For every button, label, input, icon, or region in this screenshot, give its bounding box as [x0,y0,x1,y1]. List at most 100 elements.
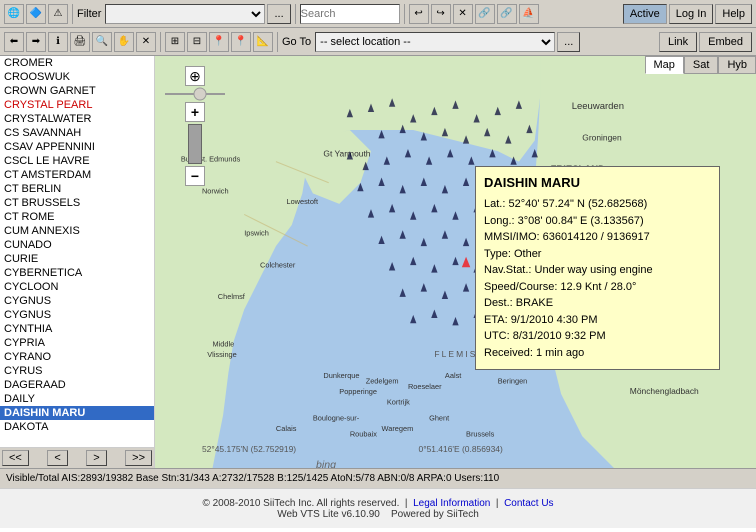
svg-text:Calais: Calais [276,424,297,433]
active-btn[interactable]: Active [623,4,667,24]
powered-text: Web VTS Lite v6.10.90 [277,509,380,520]
nav-first-btn[interactable]: << [2,450,29,466]
powered-text2: Powered by SiiTech [391,509,479,520]
tb2-icon4[interactable]: 🖨 [70,32,90,52]
zoom-out-btn[interactable]: − [185,166,205,186]
tb2-icon3[interactable]: ℹ [48,32,68,52]
sidebar-item[interactable]: CS SAVANNAH [0,126,154,140]
svg-text:Waregem: Waregem [382,424,414,433]
sidebar-item[interactable]: CUM ANNEXIS [0,224,154,238]
sidebar-item[interactable]: CT BERLIN [0,182,154,196]
filter-more-btn[interactable]: ... [267,4,290,24]
icon2[interactable]: 🔷 [26,4,46,24]
svg-text:Groningen: Groningen [582,133,622,143]
nav-icon4[interactable]: 🔗 [475,4,495,24]
svg-text:Ipswich: Ipswich [244,229,269,238]
icon3[interactable]: ⚠ [48,4,68,24]
move-icon[interactable]: ⊕ [185,66,205,86]
sidebar-item[interactable]: DAISHIN MARU [0,406,154,420]
sidebar-item[interactable]: CUNADO [0,238,154,252]
svg-text:Zedelgem: Zedelgem [366,376,399,385]
vessel-mmsi: MMSI/IMO: 636014120 / 9136917 [484,229,711,246]
sidebar-item[interactable]: CURIE [0,252,154,266]
nav-icon3[interactable]: ✕ [453,4,473,24]
sidebar-item[interactable]: CROWN GARNET [0,84,154,98]
sep2 [295,4,296,24]
tb2-sep1 [160,32,161,52]
sidebar-item[interactable]: DAGERAAD [0,378,154,392]
map-tab-map[interactable]: Map [645,56,684,74]
nav-last-btn[interactable]: >> [125,450,152,466]
sidebar-item[interactable]: CROMER [0,56,154,70]
statusbar: Visible/Total AIS:2893/19382 Base Stn:31… [0,468,756,488]
nav-icon5[interactable]: 🔗 [497,4,517,24]
tb2-sep2 [277,32,278,52]
sidebar: CROMERCROOSWUKCROWN GARNETCRYSTAL PEARLC… [0,56,155,468]
goto-label: Go To [282,36,311,48]
contact-link[interactable]: Contact Us [504,498,553,509]
sidebar-item[interactable]: CT BRUSSELS [0,196,154,210]
sidebar-item[interactable]: CYNTHIA [0,322,154,336]
sidebar-item[interactable]: CYGNUS [0,308,154,322]
tb2-icon1[interactable]: ⬅ [4,32,24,52]
vessel-lat: Lat.: 52°40' 57.24" N (52.682568) [484,196,711,213]
vessel-name: DAISHIN MARU [484,175,711,190]
sidebar-item[interactable]: CYBERNETICA [0,266,154,280]
tb2-icon9[interactable]: ⊟ [187,32,207,52]
sidebar-item[interactable]: CYRUS [0,364,154,378]
sidebar-item[interactable]: CRYSTALWATER [0,112,154,126]
tb2-icon12[interactable]: 📐 [253,32,273,52]
sidebar-item[interactable]: CSAV APPENNINI [0,140,154,154]
icon1[interactable]: 🌐 [4,4,24,24]
sidebar-item[interactable]: CYGNUS [0,294,154,308]
map-area[interactable]: Map Sat Hyb ⊕ + − [155,56,756,468]
sidebar-item[interactable]: CT ROME [0,210,154,224]
legal-link[interactable]: Legal Information [413,498,490,509]
zoom-slider[interactable] [165,87,225,101]
search-input[interactable] [300,4,400,24]
sidebar-item[interactable]: CROOSWUK [0,70,154,84]
location-select[interactable]: -- select location -- [315,32,555,52]
svg-text:Colchester: Colchester [260,260,296,269]
tb2-icon7[interactable]: ✕ [136,32,156,52]
tb2-icon10[interactable]: 📍 [209,32,229,52]
svg-text:Lowestoft: Lowestoft [286,197,318,206]
vessel-received: Received: 1 min ago [484,345,711,362]
filter-select[interactable] [105,4,265,24]
tb2-icon11[interactable]: 📍 [231,32,251,52]
sidebar-item[interactable]: CSCL LE HAVRE [0,154,154,168]
vessel-type: Type: Other [484,246,711,263]
tb2-icon2[interactable]: ➡ [26,32,46,52]
map-tab-sat[interactable]: Sat [684,56,719,74]
main: CROMERCROOSWUKCROWN GARNETCRYSTAL PEARLC… [0,56,756,468]
copyright: © 2008-2010 SiiTech Inc. All rights rese… [202,498,399,509]
svg-text:Leeuwarden: Leeuwarden [572,101,624,112]
tb2-icon5[interactable]: 🔍 [92,32,112,52]
sidebar-item[interactable]: CYPRIA [0,336,154,350]
sidebar-item[interactable]: CRYSTAL PEARL [0,98,154,112]
sidebar-item[interactable]: CT AMSTERDAM [0,168,154,182]
nav-icon1[interactable]: ↩ [409,4,429,24]
tb2-icon6[interactable]: ✋ [114,32,134,52]
sidebar-item[interactable]: CYCLOON [0,280,154,294]
sidebar-item[interactable]: CYRANO [0,350,154,364]
bottom-line2: Web VTS Lite v6.10.90 Powered by SiiTech [277,509,479,520]
sidebar-item[interactable]: DAKOTA [0,420,154,434]
zoom-track[interactable] [188,124,202,164]
link-btn[interactable]: Link [659,32,697,52]
embed-btn[interactable]: Embed [699,32,752,52]
help-btn[interactable]: Help [715,4,752,24]
nav-prev-btn[interactable]: < [47,450,67,466]
nav-icon2[interactable]: ↪ [431,4,451,24]
sidebar-item[interactable]: DAILY [0,392,154,406]
login-btn[interactable]: Log In [669,4,714,24]
location-more-btn[interactable]: ... [557,32,580,52]
svg-text:0°51.416'E (0.856934): 0°51.416'E (0.856934) [419,444,503,454]
zoom-in-btn[interactable]: + [185,102,205,122]
nav-icon6[interactable]: ⛵ [519,4,539,24]
vessel-popup: DAISHIN MARU Lat.: 52°40' 57.24" N (52.6… [475,166,720,370]
svg-text:bing: bing [316,459,336,468]
nav-next-btn[interactable]: > [86,450,106,466]
tb2-icon8[interactable]: ⊞ [165,32,185,52]
map-tab-hyb[interactable]: Hyb [718,56,756,74]
